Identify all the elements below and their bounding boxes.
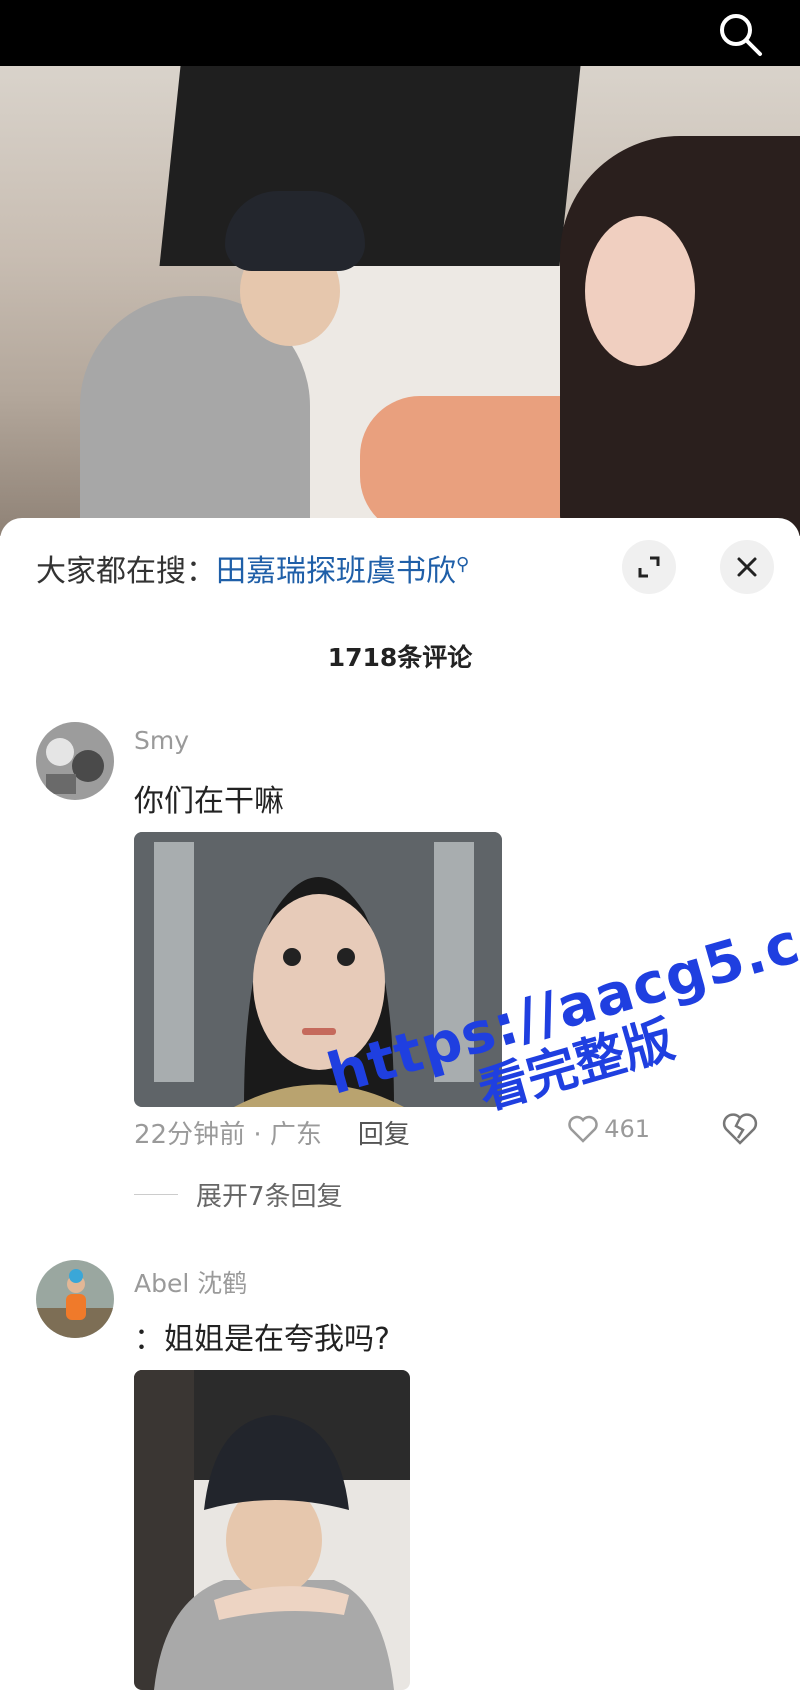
comment-username[interactable]: Smy bbox=[134, 726, 189, 755]
bucket-hat bbox=[225, 191, 365, 271]
expand-icon bbox=[638, 556, 660, 578]
like-button[interactable]: 461 bbox=[568, 1115, 650, 1143]
search-suggestion[interactable]: 大家都在搜：田嘉瑞探班虞书欣⚲ bbox=[36, 546, 469, 590]
person-costume-face bbox=[585, 216, 695, 366]
search-suggestion-label: 大家都在搜： bbox=[36, 554, 216, 589]
divider bbox=[134, 1194, 178, 1195]
expand-replies-label: 展开7条回复 bbox=[196, 1182, 343, 1212]
video-player[interactable] bbox=[0, 66, 800, 536]
avatar[interactable] bbox=[36, 722, 114, 800]
avatar[interactable] bbox=[36, 1260, 114, 1338]
like-count: 461 bbox=[604, 1115, 650, 1143]
dislike-button[interactable] bbox=[722, 1112, 758, 1150]
comment-text: ：姐姐是在夸我吗? bbox=[134, 1322, 390, 1357]
expand-replies-button[interactable]: 展开7条回复 bbox=[134, 1176, 343, 1213]
close-button[interactable] bbox=[720, 540, 774, 594]
expand-button[interactable] bbox=[622, 540, 676, 594]
comment-image[interactable] bbox=[134, 832, 502, 1107]
broken-heart-icon bbox=[722, 1113, 758, 1145]
comment-image[interactable] bbox=[134, 1370, 410, 1690]
comment-time-location: 22分钟前 · 广东 bbox=[134, 1120, 322, 1150]
comment-sheet: 大家都在搜：田嘉瑞探班虞书欣⚲ 1718条评论 Smy 你们在干嘛 22分钟前 … bbox=[0, 518, 800, 1690]
comment-meta: 22分钟前 · 广东 回复 bbox=[134, 1114, 410, 1151]
top-bar bbox=[0, 0, 800, 66]
heart-icon bbox=[568, 1115, 598, 1143]
background-shelf bbox=[159, 66, 581, 266]
close-icon bbox=[737, 557, 757, 577]
comment-count: 1718条评论 bbox=[327, 643, 473, 672]
comment-username[interactable]: Abel 沈鹤 bbox=[134, 1264, 247, 1300]
search-suggestion-term[interactable]: 田嘉瑞探班虞书欣 bbox=[216, 554, 456, 589]
search-mini-icon: ⚲ bbox=[456, 554, 470, 575]
search-icon bbox=[720, 14, 762, 56]
search-button[interactable] bbox=[716, 10, 764, 58]
reply-button[interactable]: 回复 bbox=[358, 1120, 410, 1150]
comment-text: 你们在干嘛 bbox=[134, 784, 284, 819]
